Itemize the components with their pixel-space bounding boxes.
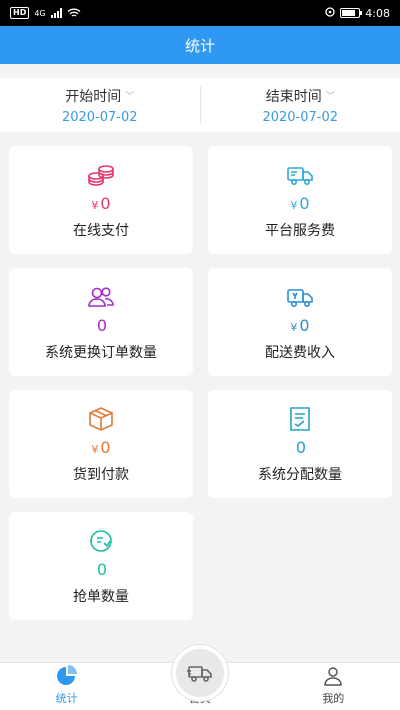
stat-number: 0 — [96, 560, 108, 579]
stat-card-system-assigned: 0 系统分配数量 — [208, 390, 392, 498]
stat-label: 平台服务费 — [265, 223, 335, 239]
stat-card-platform-fee: ¥0 平台服务费 — [208, 146, 392, 254]
start-date-value: 2020-07-02 — [61, 109, 138, 125]
truck-icon — [187, 666, 212, 682]
chevron-down-icon: ﹀ — [325, 92, 335, 102]
stat-value: ¥0 — [290, 316, 309, 338]
delivery-truck-icon — [287, 167, 313, 185]
hd-badge: HD — [10, 7, 30, 19]
currency-symbol: ¥ — [91, 199, 99, 212]
delivery-van-icon — [287, 289, 313, 307]
stat-value: ¥0 — [91, 438, 110, 460]
tab-statistics[interactable]: 统计 — [0, 663, 133, 710]
network-type: 4G — [34, 8, 46, 18]
stat-label: 系统更换订单数量 — [45, 345, 157, 361]
checklist-icon — [290, 407, 310, 431]
package-box-icon — [89, 407, 113, 431]
status-bar: HD 4G 4:08 — [0, 0, 400, 26]
end-date-value: 2020-07-02 — [262, 109, 339, 125]
signal-icon — [50, 8, 62, 18]
stat-card-online-payment: ¥0 在线支付 — [9, 146, 193, 254]
wifi-icon — [67, 8, 81, 17]
user-icon — [324, 667, 343, 686]
tab-label: 统计 — [55, 692, 78, 705]
stat-value: 0 — [294, 438, 306, 460]
stat-card-grab-order: 0 抢单数量 — [9, 512, 193, 620]
date-filter: 开始时间 ﹀ 2020-07-02 结束时间 ﹀ 2020-07-02 — [0, 78, 400, 132]
stat-label: 在线支付 — [73, 223, 129, 239]
chevron-down-icon: ﹀ — [125, 92, 135, 102]
end-date-picker[interactable]: 结束时间 ﹀ 2020-07-02 — [201, 78, 400, 132]
end-date-label: 结束时间 — [265, 88, 322, 105]
tab-mine[interactable]: 我的 — [267, 663, 400, 710]
tab-label: 我的 — [322, 692, 345, 705]
stat-number: 0 — [100, 194, 111, 213]
stat-label: 系统分配数量 — [258, 467, 342, 483]
start-date-label: 开始时间 — [65, 88, 122, 105]
stat-label: 配送费收入 — [265, 345, 335, 361]
currency-symbol: ¥ — [290, 199, 298, 212]
stat-number: 0 — [299, 194, 310, 213]
stat-number: 0 — [100, 438, 111, 457]
app-header: 统计 — [0, 26, 400, 64]
start-date-picker[interactable]: 开始时间 ﹀ 2020-07-02 — [0, 78, 200, 132]
location-icon — [325, 7, 335, 17]
grab-order-icon — [90, 530, 112, 552]
battery-icon — [340, 8, 363, 18]
stat-label: 货到付款 — [73, 467, 129, 483]
stat-card-cash-on-delivery: ¥0 货到付款 — [9, 390, 193, 498]
stat-card-order-change-count: 0 系统更换订单数量 — [9, 268, 193, 376]
currency-symbol: ¥ — [91, 443, 99, 456]
stat-label: 抢单数量 — [73, 589, 129, 605]
clock: 4:08 — [365, 6, 390, 20]
stat-card-delivery-income: ¥0 配送费收入 — [208, 268, 392, 376]
users-icon — [88, 287, 114, 307]
stat-number: 0 — [299, 316, 310, 335]
stat-number: 0 — [96, 316, 108, 335]
page-title: 统计 — [184, 36, 215, 55]
stat-value: 0 — [95, 316, 107, 338]
currency-symbol: ¥ — [290, 321, 298, 334]
home-button[interactable] — [172, 645, 228, 701]
stat-value: ¥0 — [290, 194, 309, 216]
pie-chart-icon — [56, 665, 77, 685]
coin-stack-icon — [88, 165, 114, 186]
stat-value: ¥0 — [91, 194, 110, 216]
stat-value: 0 — [95, 560, 107, 582]
stat-number: 0 — [295, 438, 307, 457]
